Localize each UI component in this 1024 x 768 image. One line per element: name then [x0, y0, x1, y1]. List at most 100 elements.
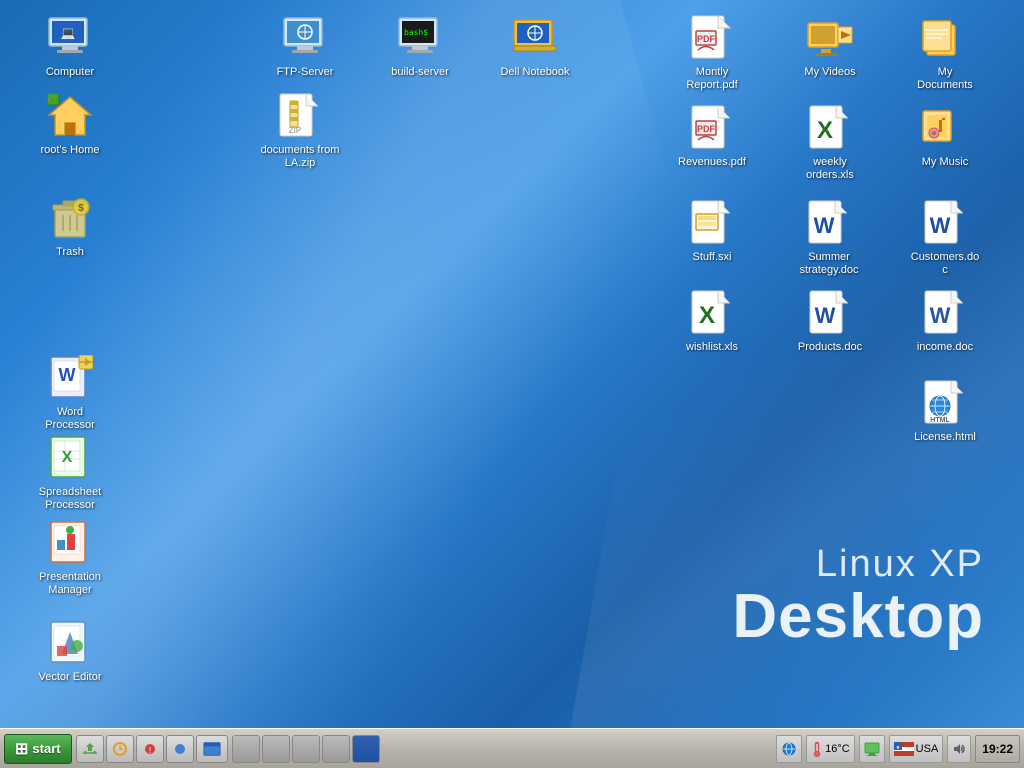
- tray-temperature[interactable]: 16°C: [806, 735, 855, 763]
- svg-text:X: X: [62, 449, 73, 466]
- svg-text:X: X: [817, 117, 833, 144]
- svg-text:!: !: [148, 746, 150, 755]
- svg-text:W: W: [930, 213, 951, 238]
- desktop-icon-montly-report[interactable]: PDF Montly Report.pdf: [672, 10, 752, 96]
- temperature-label: 16°C: [825, 743, 850, 755]
- revenues-pdf-icon: PDF: [688, 104, 736, 152]
- word-processor-icon: W: [46, 354, 94, 402]
- desktop-icon-spreadsheet-processor[interactable]: X Spreadsheet Processor: [30, 430, 110, 516]
- my-music-label: My Music: [909, 156, 981, 169]
- spreadsheet-processor-icon: X: [46, 434, 94, 482]
- desktop-icon-roots-home[interactable]: 🌿 root's Home: [30, 88, 110, 161]
- svg-text:W: W: [930, 303, 951, 328]
- desktop-icon-revenues-pdf[interactable]: PDF Revenues.pdf: [672, 100, 752, 173]
- revenues-pdf-label: Revenues.pdf: [676, 156, 748, 169]
- desktop-icon-stuff-sxi[interactable]: Stuff.sxi: [672, 195, 752, 268]
- desktop-icon-computer[interactable]: 💻 Computer: [30, 10, 110, 83]
- customers-doc-icon: W: [921, 199, 969, 247]
- taskbar-win-4[interactable]: [322, 735, 350, 763]
- my-videos-label: My Videos: [794, 66, 866, 79]
- svg-text:HTML: HTML: [930, 417, 950, 424]
- computer-icon: 💻: [46, 14, 94, 62]
- income-doc-label: income.doc: [909, 341, 981, 354]
- start-label: start: [32, 741, 60, 756]
- spreadsheet-processor-label: Spreadsheet Processor: [34, 486, 106, 512]
- svg-text:PDF: PDF: [697, 34, 716, 44]
- brand-line2: Desktop: [732, 586, 984, 648]
- ftp-server-label: FTP-Server: [269, 66, 341, 79]
- desktop-icon-customers-doc[interactable]: W Customers.doc: [905, 195, 985, 281]
- tray-volume[interactable]: [947, 735, 971, 763]
- svg-text:💻: 💻: [61, 26, 76, 40]
- license-html-label: License.html: [909, 431, 981, 444]
- products-doc-label: Products.doc: [794, 341, 866, 354]
- quicklaunch-signal[interactable]: !: [136, 735, 164, 763]
- trash-icon: $: [46, 194, 94, 242]
- weekly-orders-label: weekly orders.xls: [794, 156, 866, 182]
- desktop-icon-word-processor[interactable]: W Word Processor: [30, 350, 110, 436]
- taskbar-win-3[interactable]: [292, 735, 320, 763]
- brand-line1: Linux XP: [732, 543, 984, 586]
- taskbar-open-app-1[interactable]: [196, 735, 228, 763]
- my-music-icon: [921, 104, 969, 152]
- dell-notebook-label: Dell Notebook: [499, 66, 571, 79]
- weekly-orders-icon: X: [806, 104, 854, 152]
- dell-notebook-icon: [511, 14, 559, 62]
- svg-text:W: W: [815, 303, 836, 328]
- my-documents-label: My Documents: [909, 66, 981, 92]
- desktop-icon-wishlist-xls[interactable]: X wishlist.xls: [672, 285, 752, 358]
- brand-text: Linux XP Desktop: [732, 543, 984, 648]
- desktop-icon-my-videos[interactable]: My Videos: [790, 10, 870, 83]
- income-doc-icon: W: [921, 289, 969, 337]
- svg-text:★: ★: [895, 745, 900, 751]
- desktop-icon-vector-editor[interactable]: Vector Editor: [30, 615, 110, 688]
- desktop-icon-trash[interactable]: $ Trash: [30, 190, 110, 263]
- desktop-icon-my-documents[interactable]: My Documents: [905, 10, 985, 96]
- desktop-icon-dell-notebook[interactable]: Dell Notebook: [495, 10, 575, 83]
- svg-text:X: X: [699, 302, 715, 329]
- tray-country[interactable]: ★ USA: [889, 735, 944, 763]
- quicklaunch-recycle1[interactable]: [76, 735, 104, 763]
- start-icon: ⊞: [15, 739, 28, 759]
- svg-text:ZIP: ZIP: [289, 126, 301, 135]
- presentation-manager-label: Presentation Manager: [34, 571, 106, 597]
- country-label: USA: [916, 743, 939, 755]
- montly-report-label: Montly Report.pdf: [676, 66, 748, 92]
- tray-network[interactable]: [776, 735, 802, 763]
- documents-zip-label: documents from LA.zip: [259, 144, 341, 170]
- desktop-icon-presentation-manager[interactable]: Presentation Manager: [30, 515, 110, 601]
- taskbar-win-5[interactable]: [352, 735, 380, 763]
- svg-text:$: $: [78, 203, 84, 214]
- roots-home-icon: 🌿: [46, 92, 94, 140]
- my-videos-icon: [806, 14, 854, 62]
- computer-label: Computer: [34, 66, 106, 79]
- stuff-sxi-label: Stuff.sxi: [676, 251, 748, 264]
- clock[interactable]: 19:22: [975, 735, 1020, 763]
- desktop-icon-license-html[interactable]: HTML License.html: [905, 375, 985, 448]
- my-documents-icon: [921, 14, 969, 62]
- start-button[interactable]: ⊞ start: [4, 734, 72, 764]
- desktop-icon-income-doc[interactable]: W income.doc: [905, 285, 985, 358]
- quicklaunch-recycle2[interactable]: [106, 735, 134, 763]
- vector-editor-label: Vector Editor: [34, 671, 106, 684]
- desktop-icon-ftp-server[interactable]: FTP-Server: [265, 10, 345, 83]
- svg-text:🌿: 🌿: [47, 94, 58, 105]
- trash-label: Trash: [34, 246, 106, 259]
- desktop-icon-products-doc[interactable]: W Products.doc: [790, 285, 870, 358]
- desktop-icon-summer-strategy[interactable]: W Summer strategy.doc: [785, 195, 873, 281]
- desktop-icon-documents-zip[interactable]: ZIP documents from LA.zip: [255, 88, 345, 174]
- tray-monitor[interactable]: [859, 735, 885, 763]
- desktop-icon-build-server[interactable]: bash$ build-server: [380, 10, 460, 83]
- desktop-icon-weekly-orders[interactable]: X weekly orders.xls: [790, 100, 870, 186]
- taskbar-window-buttons: [232, 735, 380, 763]
- taskbar-win-1[interactable]: [232, 735, 260, 763]
- build-server-label: build-server: [384, 66, 456, 79]
- desktop-icon-my-music[interactable]: My Music: [905, 100, 985, 173]
- word-processor-label: Word Processor: [34, 406, 106, 432]
- wishlist-xls-icon: X: [688, 289, 736, 337]
- taskbar-win-2[interactable]: [262, 735, 290, 763]
- stuff-sxi-icon: [688, 199, 736, 247]
- quicklaunch-signal2[interactable]: [166, 735, 194, 763]
- svg-text:PDF: PDF: [697, 124, 716, 134]
- license-html-icon: HTML: [921, 379, 969, 427]
